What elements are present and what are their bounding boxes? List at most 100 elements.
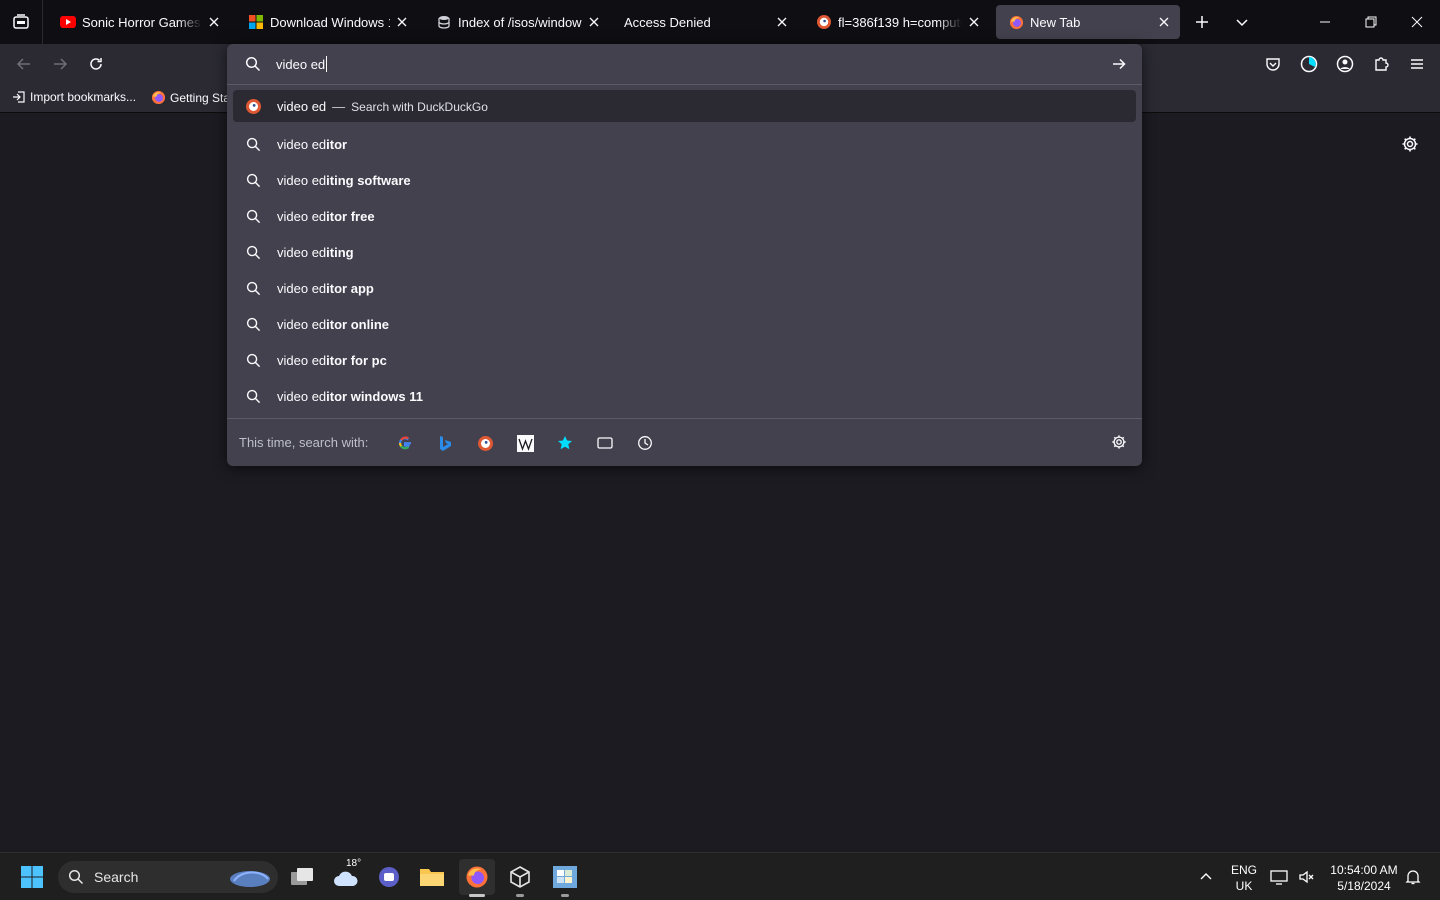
account-button[interactable] (1331, 50, 1359, 78)
bookmark-getting-started[interactable]: Getting Sta (151, 90, 230, 105)
search-suggestion[interactable]: video editor app (233, 270, 1136, 306)
new-tab-settings-button[interactable] (1398, 132, 1422, 156)
search-suggestion[interactable]: video editor (233, 126, 1136, 162)
duckduckgo-icon (816, 14, 832, 30)
reload-button[interactable] (82, 50, 110, 78)
tab-index-isos[interactable]: Index of /isos/windows/ (424, 5, 610, 39)
file-explorer-button[interactable] (414, 859, 450, 895)
urlbar-results: video ed — Search with DuckDuckGo video ed… (233, 90, 1136, 414)
firefox-view-button[interactable] (0, 0, 43, 44)
close-tab-icon[interactable] (206, 14, 222, 30)
suggestion-prefix: video ed (277, 172, 327, 188)
restore-button[interactable] (1348, 0, 1394, 44)
result-action: Search with DuckDuckGo (351, 99, 488, 114)
network-status-button[interactable] (1264, 859, 1294, 895)
go-arrow-icon[interactable] (1111, 56, 1127, 72)
volume-status-button[interactable] (1292, 859, 1322, 895)
running-indicator (561, 894, 569, 897)
task-view-button[interactable] (284, 859, 320, 895)
firefox-account-sync-button[interactable] (1295, 50, 1323, 78)
notifications-button[interactable] (1398, 859, 1428, 895)
list-all-tabs-button[interactable] (1228, 8, 1256, 36)
running-indicator (469, 894, 485, 897)
teams-chat-button[interactable] (371, 859, 407, 895)
clock-date: 5/18/2024 (1337, 879, 1391, 893)
search-suggestion[interactable]: video editing (233, 234, 1136, 270)
weather-temp: 18° (346, 858, 362, 869)
show-hidden-icons-button[interactable] (1188, 859, 1224, 895)
close-window-button[interactable] (1394, 0, 1440, 44)
search-icon (245, 352, 261, 368)
windows-2000-vm-taskbar-button[interactable] (547, 859, 583, 897)
back-button[interactable] (10, 50, 38, 78)
gear-icon[interactable] (1111, 434, 1127, 450)
search-suggestion[interactable]: video editor windows 11 (233, 378, 1136, 414)
text-caret (326, 56, 328, 72)
suggestion-prefix: video ed (277, 208, 327, 224)
search-suggestion[interactable]: video editor for pc (233, 342, 1136, 378)
forward-button[interactable] (46, 50, 74, 78)
search-icon (245, 244, 261, 260)
history-engine-button[interactable] (635, 433, 655, 453)
tab-access-denied[interactable]: Access Denied (612, 5, 798, 39)
tab-title: fl=386f139 h=computern (838, 14, 962, 30)
tab-new-tab[interactable]: New Tab (996, 5, 1180, 39)
pocket-button[interactable] (1259, 50, 1287, 78)
search-label: Search (94, 869, 139, 885)
close-tab-icon[interactable] (586, 14, 602, 30)
search-suggestion[interactable]: video editor online (233, 306, 1136, 342)
hamburger-menu-icon (1411, 59, 1423, 69)
firefox-taskbar-button[interactable] (459, 859, 495, 897)
close-tab-icon[interactable] (394, 14, 410, 30)
bookmarks-engine-button[interactable] (555, 433, 575, 453)
google-engine-button[interactable] (395, 433, 415, 453)
search-suggestion[interactable]: video editor free (233, 198, 1136, 234)
import-icon (13, 91, 25, 103)
bookmark-import[interactable]: Import bookmarks... (12, 90, 136, 104)
duckduckgo-icon (245, 98, 261, 114)
close-tab-icon[interactable] (774, 14, 790, 30)
chat-icon (379, 867, 399, 887)
restore-icon (1365, 16, 1377, 28)
duckduckgo-engine-button[interactable] (475, 433, 495, 453)
suggestion-completion: itor online (326, 316, 389, 332)
puzzle-piece-icon (1375, 57, 1389, 71)
extensions-button[interactable] (1367, 50, 1395, 78)
widgets-button[interactable]: 18° (328, 858, 364, 895)
windows-2000-icon (553, 866, 577, 888)
app-menu-button[interactable] (1403, 50, 1431, 78)
virtualbox-taskbar-button[interactable] (502, 859, 538, 897)
close-icon (1411, 16, 1423, 28)
input-language-indicator[interactable]: ENG UK (1228, 862, 1260, 894)
suggestion-prefix: video ed (277, 352, 327, 368)
close-tab-icon[interactable] (1156, 14, 1172, 30)
urlbar-input[interactable]: video ed (276, 56, 328, 72)
search-suggestion[interactable]: video editing software (233, 162, 1136, 198)
tabs-engine-button[interactable] (595, 433, 615, 453)
new-tab-button[interactable] (1188, 8, 1216, 36)
suggestion-prefix: video ed (277, 280, 327, 296)
urlbar-input-row[interactable]: video ed (227, 44, 1142, 84)
tabs-icon (597, 437, 613, 449)
suggestion-prefix: video ed (277, 388, 327, 404)
minimize-button[interactable] (1302, 0, 1348, 44)
suggestion-text: video editing software (277, 173, 411, 188)
taskbar-search-box[interactable]: Search (58, 861, 278, 893)
minimize-icon (1320, 21, 1330, 23)
suggestion-text: video editing (277, 245, 354, 260)
suggestion-completion: iting software (326, 172, 411, 188)
wikipedia-engine-button[interactable] (515, 433, 535, 453)
result-search-with-duckduckgo[interactable]: video ed — Search with DuckDuckGo (233, 90, 1136, 122)
clock-time: 10:54:00 AM (1330, 863, 1398, 877)
search-icon (245, 56, 261, 72)
muted-speaker-icon (1299, 870, 1314, 884)
start-button[interactable] (14, 859, 50, 895)
search-icon (245, 316, 261, 332)
bing-engine-button[interactable] (435, 433, 455, 453)
tab-youtube[interactable]: Sonic Horror Games are A (48, 5, 230, 39)
tab-download-windows[interactable]: Download Windows 11 (236, 5, 418, 39)
clock[interactable]: 10:54:00 AM 5/18/2024 (1326, 862, 1402, 894)
close-tab-icon[interactable] (966, 14, 982, 30)
separator: — (332, 98, 346, 114)
tab-duckduckgo[interactable]: fl=386f139 h=computern (804, 5, 990, 39)
